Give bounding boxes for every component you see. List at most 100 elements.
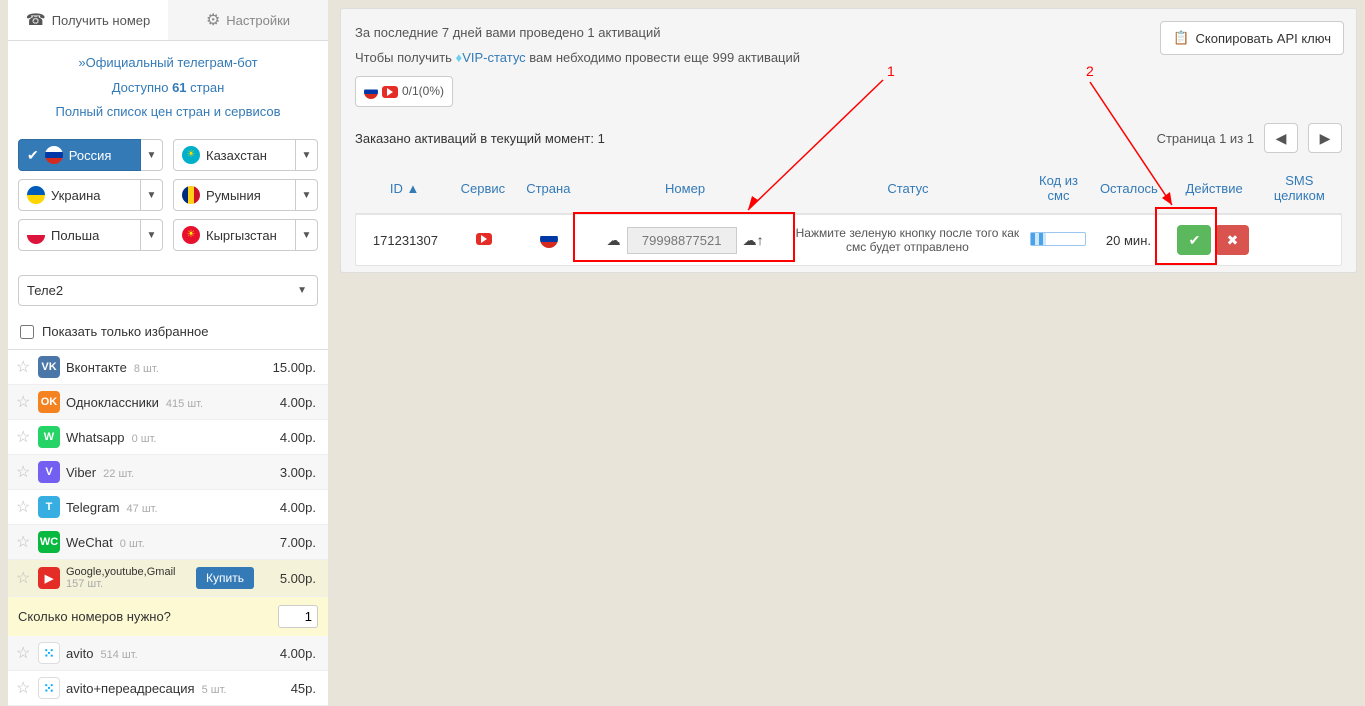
th-left: Осталось (1090, 181, 1167, 196)
flag-pl-icon (27, 226, 45, 244)
service-row[interactable]: ☆ T Telegram 47 шт. 4.00р. (8, 490, 328, 525)
cell-status: Нажмите зеленую кнопку после того как см… (789, 226, 1026, 254)
cancel-button[interactable]: ✖ (1215, 225, 1249, 255)
service-count: 47 шт. (123, 503, 157, 515)
th-id[interactable]: ID ▲ (359, 181, 450, 196)
service-count: 5 шт. (199, 684, 227, 696)
service-count: 22 шт. (100, 468, 134, 480)
progress-bar (1030, 232, 1086, 246)
page-next-button[interactable]: ▶ (1308, 123, 1342, 153)
service-icon: VK (38, 356, 60, 378)
confirm-button[interactable]: ✔ (1177, 225, 1211, 255)
star-icon[interactable]: ☆ (16, 643, 32, 663)
service-count: 415 шт. (163, 398, 203, 410)
service-row[interactable]: ☆VViber 22 шт.3.00р. (8, 455, 328, 490)
country-russia-dropdown[interactable]: ▼ (141, 139, 163, 171)
cell-service (451, 233, 516, 248)
star-icon[interactable]: ☆ (16, 497, 32, 517)
link-telegram-bot[interactable]: »Официальный телеграм-бот (78, 55, 257, 70)
country-kazakhstan-dropdown[interactable]: ▼ (296, 139, 318, 171)
service-name: Viber 22 шт. (66, 465, 254, 480)
service-row[interactable]: ☆ ▶ Google,youtube,Gmail 157 шт. Купить 5.00… (8, 560, 328, 597)
country-ukraine-dropdown[interactable]: ▼ (141, 179, 163, 211)
country-picker: ✔Россия▼ ☀Казахстан▼ Украина▼ Румыния▼ П… (8, 131, 328, 267)
country-kyrgyzstan[interactable]: ☀Кыргызстан (173, 219, 296, 251)
clipboard-icon: 📋 (1173, 30, 1189, 46)
star-icon[interactable]: ☆ (16, 427, 32, 447)
country-russia[interactable]: ✔Россия (18, 139, 141, 171)
country-poland[interactable]: Польша (18, 219, 141, 251)
service-row[interactable]: ☆WCWeChat 0 шт.7.00р. (8, 525, 328, 560)
tab-get-number[interactable]: ☎ Получить номер (8, 0, 168, 40)
star-icon[interactable]: ☆ (16, 357, 32, 377)
country-kyrgyzstan-dropdown[interactable]: ▼ (296, 219, 318, 251)
service-name: Telegram 47 шт. (66, 500, 254, 515)
flag-ru-icon (45, 146, 63, 164)
th-country: Страна (516, 181, 581, 196)
link-countries-available[interactable]: Доступно 61 стран (112, 80, 225, 95)
cell-number: ☁ ☁↑ (581, 227, 788, 254)
service-icon: ⁙ (38, 677, 60, 699)
activations-table: ID ▲ Сервис Страна Номер Статус Код из с… (355, 163, 1342, 266)
buy-button[interactable]: Купить (196, 567, 254, 589)
service-price: 5.00р. (260, 571, 320, 586)
service-price: 4.00р. (260, 395, 320, 410)
service-price: 4.00р. (260, 500, 320, 515)
sort-asc-icon: ▲ (406, 181, 419, 196)
service-name: Google,youtube,Gmail 157 шт. (66, 566, 190, 590)
service-name: avito 514 шт. (66, 646, 254, 661)
page-indicator: Страница 1 из 1 (1157, 131, 1254, 146)
phone-icon: ☎ (26, 10, 46, 30)
th-number: Номер (581, 181, 789, 196)
cell-country (516, 230, 581, 251)
service-row[interactable]: ☆VKВконтакте 8 шт.15.00р. (8, 350, 328, 385)
tab-settings-label: Настройки (226, 13, 290, 28)
service-count: 0 шт. (117, 538, 145, 550)
cell-actions: ✔✖ (1167, 225, 1260, 255)
service-count: 157 шт. (66, 578, 103, 590)
service-row[interactable]: ☆⁙avito+переадресация 5 шт.45р. (8, 671, 328, 706)
country-ukraine[interactable]: Украина (18, 179, 141, 211)
star-icon[interactable]: ☆ (16, 392, 32, 412)
gear-icon: ⚙ (206, 10, 220, 30)
service-row[interactable]: ☆WWhatsapp 0 шт.4.00р. (8, 420, 328, 455)
show-favorites-row: Показать только избранное (8, 314, 328, 349)
service-row[interactable]: ☆OKОдноклассники 415 шт.4.00р. (8, 385, 328, 420)
cell-time-left: 20 мин. (1090, 233, 1167, 248)
table-row: 171231307 ☁ ☁↑ Нажмите зеленую кнопку по… (355, 214, 1342, 266)
service-price: 4.00р. (260, 430, 320, 445)
youtube-icon (382, 86, 398, 98)
cloud-icon[interactable]: ☁ (607, 232, 621, 249)
country-romania-dropdown[interactable]: ▼ (296, 179, 318, 211)
service-icon: W (38, 426, 60, 448)
star-icon[interactable]: ☆ (16, 568, 32, 588)
tab-get-number-label: Получить номер (52, 13, 151, 28)
service-price: 3.00р. (260, 465, 320, 480)
service-name: Одноклассники 415 шт. (66, 395, 254, 410)
star-icon[interactable]: ☆ (16, 678, 32, 698)
quantity-input[interactable] (278, 605, 318, 628)
copy-api-key-button[interactable]: 📋Скопировать API ключ (1160, 21, 1344, 55)
country-romania[interactable]: Румыния (173, 179, 296, 211)
star-icon[interactable]: ☆ (16, 462, 32, 482)
operator-select[interactable]: Теле2 (18, 275, 318, 306)
page-prev-button[interactable]: ◀ (1264, 123, 1298, 153)
service-icon: T (38, 496, 60, 518)
quantity-row: Сколько номеров нужно? (8, 597, 328, 636)
flag-ru-icon (540, 230, 558, 248)
star-icon[interactable]: ☆ (16, 532, 32, 552)
service-price: 45р. (260, 681, 320, 696)
cell-id: 171231307 (360, 233, 451, 248)
sidebar-tabs: ☎ Получить номер ⚙ Настройки (8, 0, 328, 41)
service-icon: ▶ (38, 567, 60, 589)
cloud-upload-icon[interactable]: ☁↑ (743, 232, 764, 249)
activation-badge[interactable]: 0/1(0%) (355, 76, 453, 107)
link-full-price-list[interactable]: Полный список цен стран и сервисов (55, 104, 280, 119)
service-row[interactable]: ☆⁙avito 514 шт.4.00р. (8, 636, 328, 671)
phone-number-input[interactable] (627, 227, 737, 254)
country-kazakhstan[interactable]: ☀Казахстан (173, 139, 296, 171)
activation-badge-text: 0/1(0%) (402, 80, 444, 103)
country-poland-dropdown[interactable]: ▼ (141, 219, 163, 251)
tab-settings[interactable]: ⚙ Настройки (168, 0, 328, 40)
show-favorites-checkbox[interactable] (20, 325, 34, 339)
